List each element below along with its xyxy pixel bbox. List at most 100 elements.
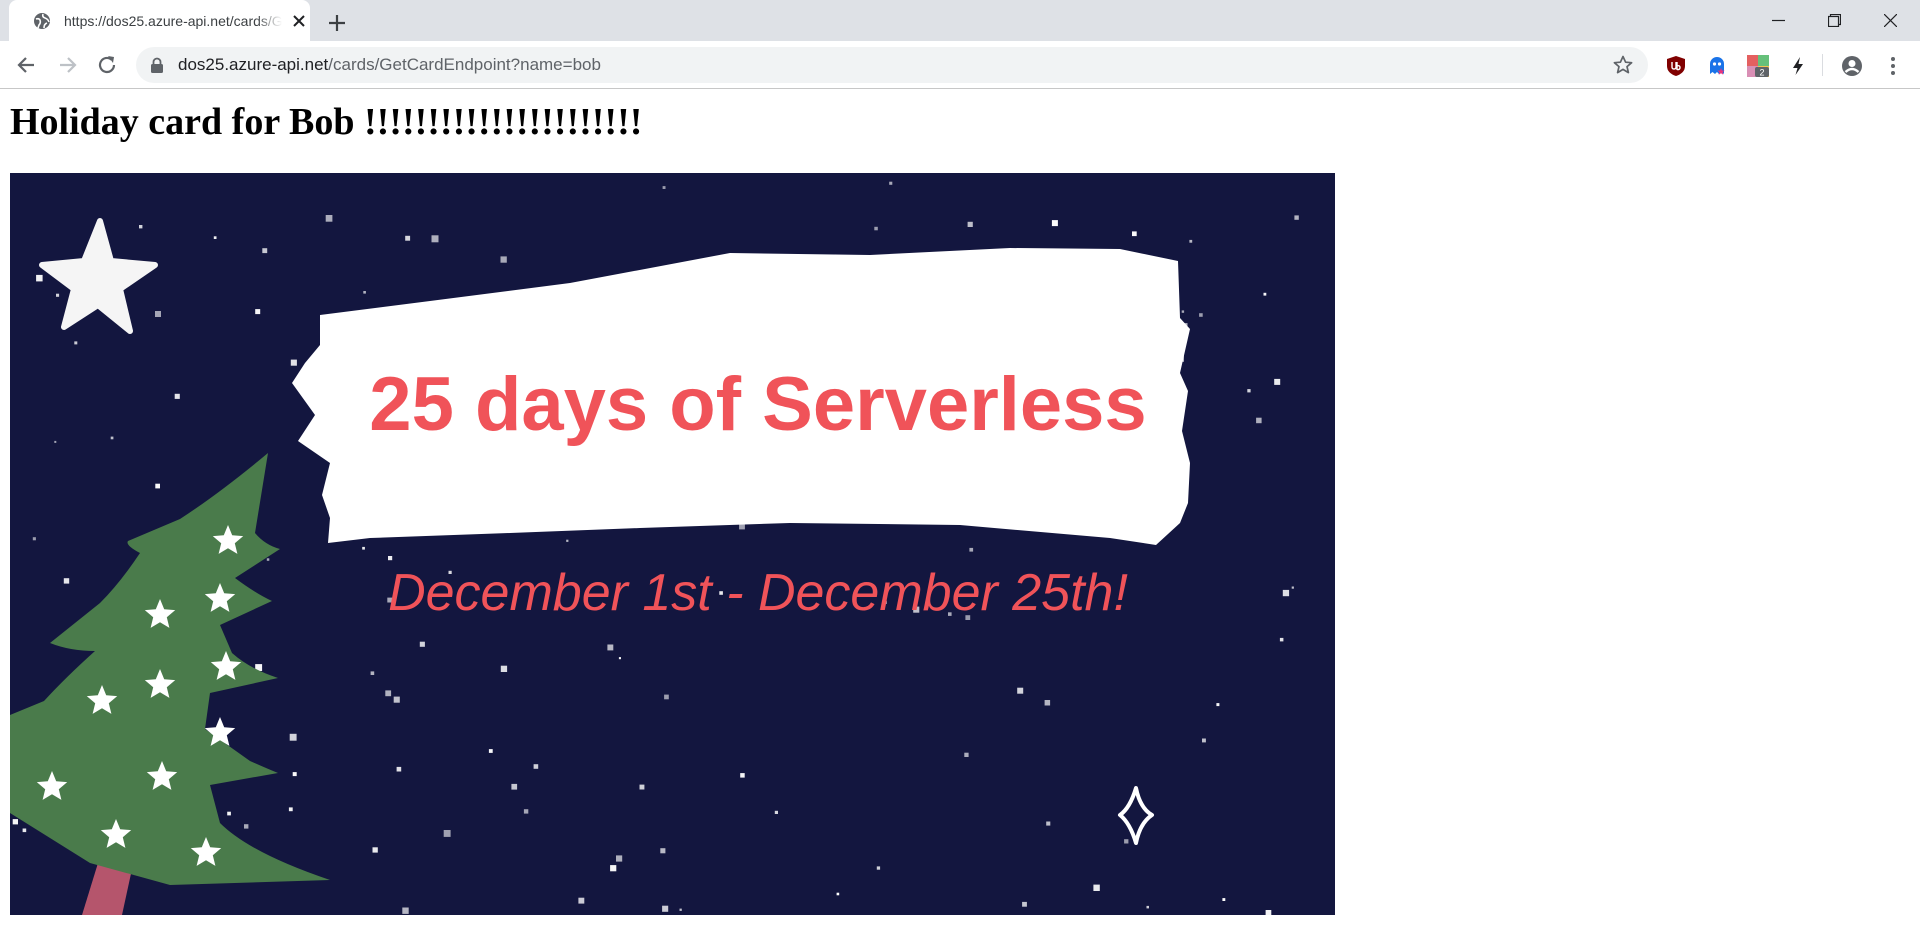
snow-speck [255, 309, 261, 315]
toolbar-divider [1822, 54, 1823, 76]
snow-speck [1294, 215, 1299, 220]
snow-speck [874, 226, 878, 231]
snow-speck [1265, 910, 1272, 915]
snow-speck [1263, 292, 1267, 296]
snow-speck [1093, 884, 1100, 891]
snow-speck [836, 892, 840, 896]
snow-speck [1202, 738, 1206, 743]
holiday-card-image: 25 days of Serverless December 1st - Dec… [10, 173, 1335, 915]
snow-speck [431, 235, 439, 243]
back-arrow-icon[interactable] [14, 52, 40, 78]
snow-speck [967, 221, 973, 227]
tab-title: https://dos25.azure-api.net/cards/GetCar… [64, 13, 282, 29]
snow-speck [500, 665, 508, 672]
snow-speck [405, 235, 411, 241]
url-text[interactable]: dos25.azure-api.net/cards/GetCardEndpoin… [178, 56, 601, 74]
card-artwork: 25 days of Serverless December 1st - Dec… [10, 173, 1335, 915]
snow-speck [1189, 239, 1193, 243]
snow-speck [244, 824, 249, 829]
snow-speck [969, 547, 974, 552]
snow-speck [290, 359, 297, 366]
snow-speck [1051, 220, 1058, 227]
snow-speck [32, 537, 36, 541]
snow-speck [289, 733, 297, 741]
snow-speck [363, 291, 366, 294]
snow-speck [288, 807, 293, 812]
snow-speck [362, 546, 365, 550]
snow-speck [889, 181, 893, 185]
minimize-icon[interactable] [1750, 0, 1806, 41]
snow-speck [388, 556, 393, 561]
snow-speck [1046, 821, 1051, 826]
lock-icon[interactable] [150, 57, 164, 73]
kebab-menu-icon[interactable] [1882, 55, 1904, 77]
snow-speck [419, 641, 425, 647]
card-title: 25 days of Serverless [369, 362, 1146, 447]
snow-speck [402, 907, 409, 914]
reload-icon[interactable] [94, 52, 120, 78]
snow-speck [566, 539, 569, 542]
snow-speck [12, 819, 18, 825]
snow-speck [1216, 703, 1220, 707]
snow-speck [325, 215, 333, 222]
snow-speck [1124, 839, 1129, 844]
snow-speck [393, 696, 400, 703]
forward-arrow-icon[interactable] [54, 52, 80, 78]
snow-speck [36, 274, 43, 282]
snow-speck [372, 847, 378, 853]
snow-speck [54, 440, 57, 443]
snow-speck [662, 186, 666, 189]
card-dates: December 1st - December 25th! [388, 564, 1128, 622]
snow-speck [1247, 389, 1251, 393]
snow-speck [1044, 700, 1051, 706]
snow-speck [964, 752, 969, 757]
account-circle-icon[interactable] [1841, 55, 1863, 77]
snow-speck [74, 341, 78, 345]
snow-speck [292, 772, 297, 777]
colorful-extension-icon[interactable]: 2 [1747, 55, 1769, 78]
url-host: dos25.azure-api.net [178, 55, 329, 74]
snow-speck [1282, 589, 1290, 597]
snow-speck [662, 905, 669, 912]
snow-speck [616, 855, 623, 862]
snow-speck [396, 766, 402, 772]
snow-speck [523, 809, 529, 814]
tab-strip: https://dos25.azure-api.net/cards/GetCar… [0, 0, 1920, 41]
page-heading: Holiday card for Bob !!!!!!!!!!!!!!!!!!!… [10, 101, 643, 143]
ghostery-icon[interactable] [1706, 55, 1728, 77]
plus-icon[interactable] [325, 11, 349, 35]
snow-speck [679, 908, 682, 911]
snow-speck [1274, 378, 1281, 385]
star-outline-icon[interactable] [1612, 54, 1634, 76]
snow-speck [639, 784, 645, 790]
ublock-origin-icon[interactable] [1665, 55, 1687, 77]
snow-speck [511, 783, 518, 790]
snow-speck [660, 848, 666, 854]
address-bar[interactable]: dos25.azure-api.net/cards/GetCardEndpoin… [136, 47, 1648, 83]
restore-icon[interactable] [1806, 0, 1862, 41]
snow-speck [266, 558, 270, 561]
snow-speck [63, 578, 70, 584]
browser-toolbar: dos25.azure-api.net/cards/GetCardEndpoin… [0, 41, 1920, 89]
snow-speck [139, 225, 143, 229]
snow-speck [443, 830, 451, 837]
snow-speck [533, 764, 539, 769]
snow-speck [1256, 417, 1262, 424]
snow-speck [1291, 586, 1294, 589]
window-close-icon[interactable] [1862, 0, 1918, 41]
snow-speck [1017, 687, 1024, 694]
snow-speck [110, 436, 114, 440]
browser-tab[interactable]: https://dos25.azure-api.net/cards/GetCar… [9, 0, 310, 41]
globe-icon [33, 12, 51, 30]
extension-badge: 2 [1759, 68, 1764, 78]
snow-speck [607, 644, 614, 651]
snow-speck [370, 671, 375, 675]
snow-speck [578, 897, 585, 904]
close-icon[interactable] [290, 12, 308, 30]
snow-speck [618, 657, 621, 660]
snow-speck [1181, 310, 1185, 313]
snow-speck [740, 773, 745, 778]
snow-speck [500, 256, 507, 263]
lightning-icon[interactable] [1787, 55, 1809, 77]
snow-speck [876, 866, 881, 870]
